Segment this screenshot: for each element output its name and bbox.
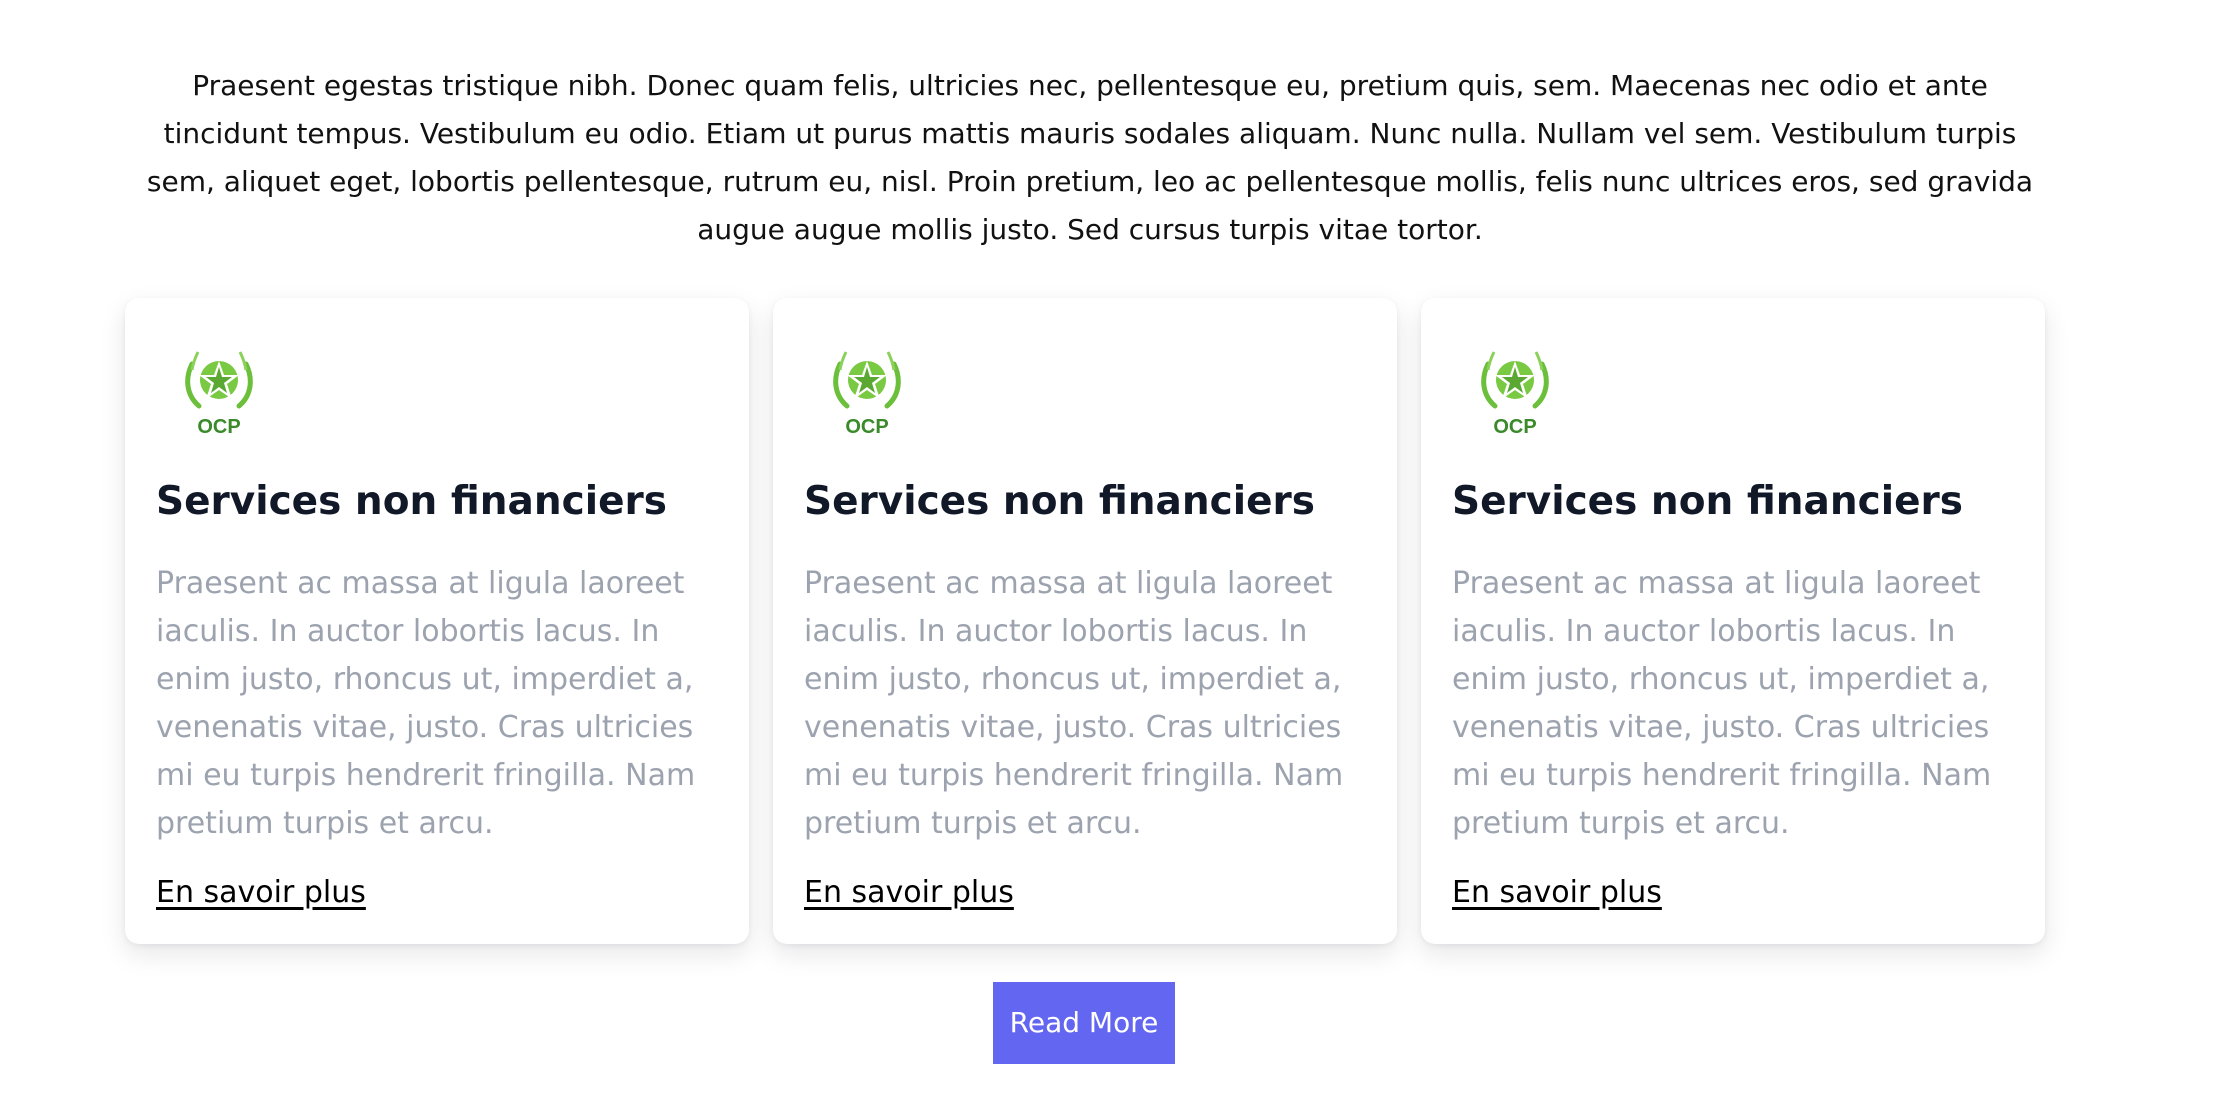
ocp-logo-icon: OCP <box>185 351 253 438</box>
card-title: Services non financiers <box>156 479 667 524</box>
service-card: OCP Services non financiers Praesent ac … <box>1421 298 2045 944</box>
svg-text:OCP: OCP <box>845 416 888 438</box>
learn-more-link[interactable]: En savoir plus <box>156 872 366 914</box>
service-card: OCP Services non financiers Praesent ac … <box>125 298 749 944</box>
card-title: Services non financiers <box>804 479 1315 524</box>
page: Praesent egestas tristique nibh. Donec q… <box>0 0 2240 1116</box>
card-grid: OCP Services non financiers Praesent ac … <box>125 298 2045 944</box>
learn-more-link[interactable]: En savoir plus <box>804 872 1014 914</box>
ocp-logo-icon: OCP <box>833 351 901 438</box>
svg-text:OCP: OCP <box>1493 416 1536 438</box>
svg-text:OCP: OCP <box>197 416 240 438</box>
card-title: Services non financiers <box>1452 479 1963 524</box>
intro-paragraph: Praesent egestas tristique nibh. Donec q… <box>146 69 2034 246</box>
read-more-button[interactable]: Read More <box>993 982 1175 1064</box>
ocp-logo-icon: OCP <box>1481 351 1549 438</box>
card-description: Praesent ac massa at ligula laoreet iacu… <box>1452 566 1992 841</box>
learn-more-link[interactable]: En savoir plus <box>1452 872 1662 914</box>
card-description: Praesent ac massa at ligula laoreet iacu… <box>156 566 696 841</box>
service-card: OCP Services non financiers Praesent ac … <box>773 298 1397 944</box>
card-description: Praesent ac massa at ligula laoreet iacu… <box>804 566 1344 841</box>
